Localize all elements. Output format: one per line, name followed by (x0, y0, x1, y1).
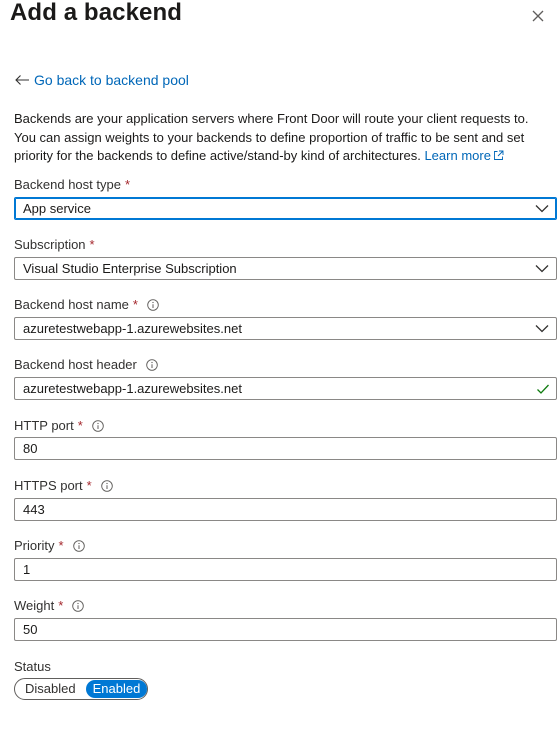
host-header-label: Backend host header (14, 357, 158, 372)
description-text: Backends are your application servers wh… (14, 110, 549, 166)
host-type-value: App service (23, 201, 91, 216)
required-marker: * (58, 538, 64, 553)
host-name-label: Backend host name * (14, 297, 159, 312)
info-icon[interactable] (72, 539, 85, 552)
weight-input[interactable]: 50 (14, 618, 557, 641)
back-to-backend-pool-link[interactable]: Go back to backend pool (14, 72, 189, 88)
http-port-input[interactable]: 80 (14, 437, 557, 460)
page-title: Add a backend (10, 0, 183, 26)
http-port-label: HTTP port * (14, 418, 104, 433)
chevron-down-icon (535, 205, 549, 213)
learn-more-link[interactable]: Learn more (424, 148, 504, 163)
priority-label: Priority * (14, 538, 85, 553)
chevron-down-icon (535, 325, 549, 333)
info-icon[interactable] (100, 479, 113, 492)
info-icon[interactable] (147, 298, 159, 311)
host-header-value: azuretestwebapp-1.azurewebsites.net (23, 381, 242, 396)
chevron-down-icon (535, 265, 549, 273)
required-marker: * (132, 297, 138, 312)
http-port-value: 80 (23, 441, 38, 456)
backend-host-header-input[interactable]: azuretestwebapp-1.azurewebsites.net (14, 377, 557, 400)
add-backend-panel: Add a backend Go back to backend pool Ba… (0, 0, 559, 749)
weight-label-text: Weight (14, 598, 55, 613)
subscription-label: Subscription * (14, 237, 95, 252)
checkmark-icon (537, 384, 549, 394)
close-icon[interactable] (528, 6, 548, 26)
backend-host-name-select[interactable]: azuretestwebapp-1.azurewebsites.net (14, 317, 557, 340)
https-port-value: 443 (23, 502, 45, 517)
host-name-value: azuretestwebapp-1.azurewebsites.net (23, 321, 242, 336)
host-type-label: Backend host type * (14, 177, 130, 192)
https-port-label: HTTPS port * (14, 478, 113, 493)
status-option-enabled[interactable]: Enabled (85, 680, 148, 698)
weight-label: Weight * (14, 598, 85, 613)
required-marker: * (58, 598, 64, 613)
external-link-icon (493, 150, 504, 160)
weight-value: 50 (23, 622, 38, 637)
arrow-left-icon (15, 75, 29, 85)
info-icon[interactable] (72, 599, 85, 612)
subscription-label-text: Subscription (14, 237, 86, 252)
info-icon[interactable] (92, 419, 104, 432)
subscription-select[interactable]: Visual Studio Enterprise Subscription (14, 257, 557, 280)
status-label: Status (14, 659, 51, 674)
status-toggle[interactable]: Disabled Enabled (14, 678, 148, 700)
required-marker: * (89, 237, 95, 252)
host-header-label-text: Backend host header (14, 357, 137, 372)
learn-more-label: Learn more (424, 148, 491, 163)
subscription-value: Visual Studio Enterprise Subscription (23, 261, 237, 276)
https-port-label-text: HTTPS port (14, 478, 83, 493)
priority-value: 1 (23, 562, 31, 577)
backend-host-type-select[interactable]: App service (14, 197, 557, 220)
required-marker: * (124, 177, 131, 192)
status-label-text: Status (14, 659, 51, 674)
host-name-label-text: Backend host name (14, 297, 129, 312)
info-icon[interactable] (146, 358, 158, 371)
host-type-label-text: Backend host type (14, 177, 121, 192)
required-marker: * (77, 418, 83, 433)
status-option-disabled[interactable]: Disabled (17, 680, 83, 698)
priority-input[interactable]: 1 (14, 558, 557, 581)
http-port-label-text: HTTP port (14, 418, 74, 433)
https-port-input[interactable]: 443 (14, 498, 557, 521)
required-marker: * (86, 478, 92, 493)
priority-label-text: Priority (14, 538, 55, 553)
back-link-label: Go back to backend pool (34, 72, 189, 88)
